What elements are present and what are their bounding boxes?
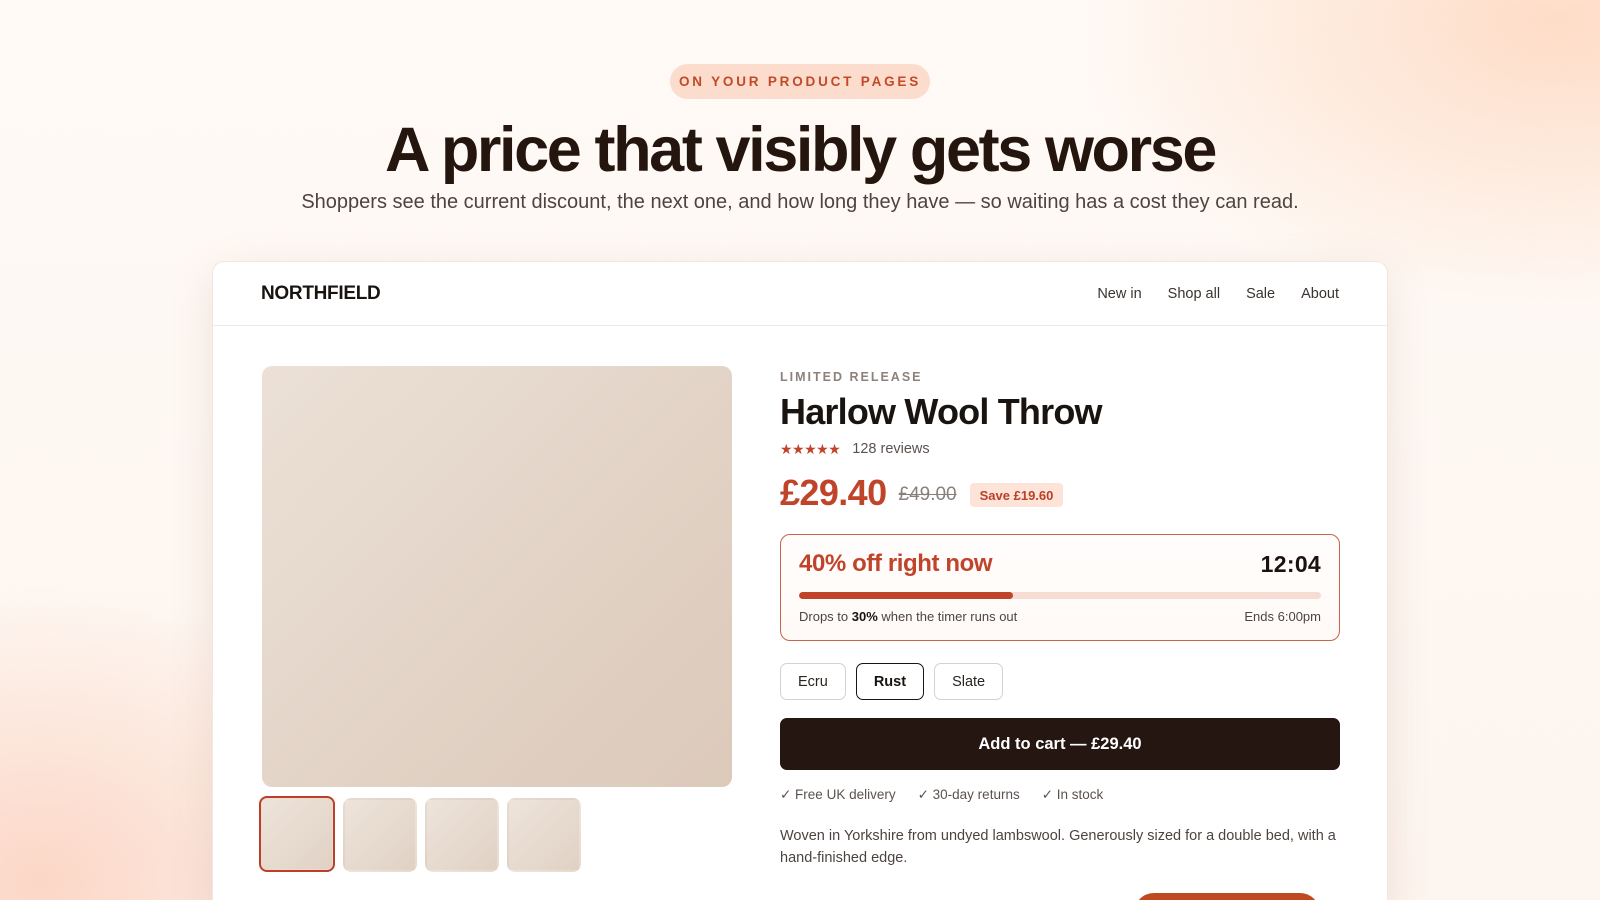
savings-badge: Save £19.60 — [969, 483, 1064, 507]
nav-link-new-in[interactable]: New in — [1097, 286, 1141, 302]
add-to-cart-button[interactable]: Add to cart — £29.40 — [780, 718, 1340, 770]
thumbnail-3[interactable] — [425, 798, 499, 872]
page-headline: A price that visibly gets worse — [384, 115, 1217, 185]
reviews-link[interactable]: 128 reviews — [852, 441, 929, 457]
product-description: Woven in Yorkshire from undyed lambswool… — [780, 828, 1336, 866]
timer-progress-fill — [799, 592, 1014, 599]
timer-progress-track — [799, 592, 1321, 599]
nav-link-sale[interactable]: Sale — [1246, 286, 1275, 302]
product-kicker: LIMITED RELEASE — [780, 370, 923, 384]
store-header: NORTHFIELD New in Shop all Sale About — [213, 262, 1387, 326]
eyebrow-badge: ON YOUR PRODUCT PAGES — [670, 64, 930, 99]
countdown-clock: 12:04 — [1260, 550, 1321, 577]
thumbnail-1[interactable] — [259, 796, 335, 872]
store-nav: New in Shop all Sale About — [1097, 286, 1339, 302]
thumbnail-2[interactable] — [343, 798, 417, 872]
variant-selector: Ecru Rust Slate — [780, 663, 1340, 700]
price-row: £29.40 £49.00 Save £19.60 — [780, 472, 1340, 514]
timer-headline: 40% off right now — [799, 550, 993, 577]
star-rating-icon: ★★★★★ — [780, 440, 841, 457]
product-title: Harlow Wool Throw — [780, 391, 1103, 432]
variant-slate[interactable]: Slate — [934, 663, 1004, 700]
store-logo[interactable]: NORTHFIELD — [261, 283, 381, 305]
perk-delivery: ✓ Free UK delivery — [780, 787, 896, 802]
timer-end-time: Ends 6:00pm — [1244, 609, 1321, 624]
discount-timer: 40% off right now 12:04 Drops to 30% whe… — [780, 534, 1340, 641]
thumbnail-strip — [259, 796, 581, 872]
next-discount-value: 30% — [851, 609, 878, 624]
product-main-image — [262, 366, 732, 787]
perks-list: ✓ Free UK delivery ✓ 30-day returns ✓ In… — [780, 787, 1340, 803]
perk-stock: ✓ In stock — [1041, 787, 1104, 802]
original-price: £49.00 — [898, 484, 957, 505]
current-price: £29.40 — [780, 472, 887, 513]
perk-returns: ✓ 30-day returns — [917, 787, 1020, 802]
product-page-card: NORTHFIELD New in Shop all Sale About LI… — [212, 261, 1388, 900]
floating-action-pill[interactable] — [1134, 893, 1320, 900]
nav-link-shop-all[interactable]: Shop all — [1168, 286, 1220, 302]
page-subheadline: Shoppers see the current discount, the n… — [301, 191, 1299, 213]
variant-rust[interactable]: Rust — [855, 663, 925, 700]
variant-ecru[interactable]: Ecru — [780, 663, 846, 700]
next-discount-note: Drops to 30% when the timer runs out — [799, 609, 1018, 624]
product-rating: ★★★★★ 128 reviews — [780, 438, 1340, 460]
product-info: LIMITED RELEASE Harlow Wool Throw ★★★★★ … — [780, 366, 1340, 869]
nav-link-about[interactable]: About — [1301, 286, 1339, 302]
thumbnail-4[interactable] — [507, 798, 581, 872]
